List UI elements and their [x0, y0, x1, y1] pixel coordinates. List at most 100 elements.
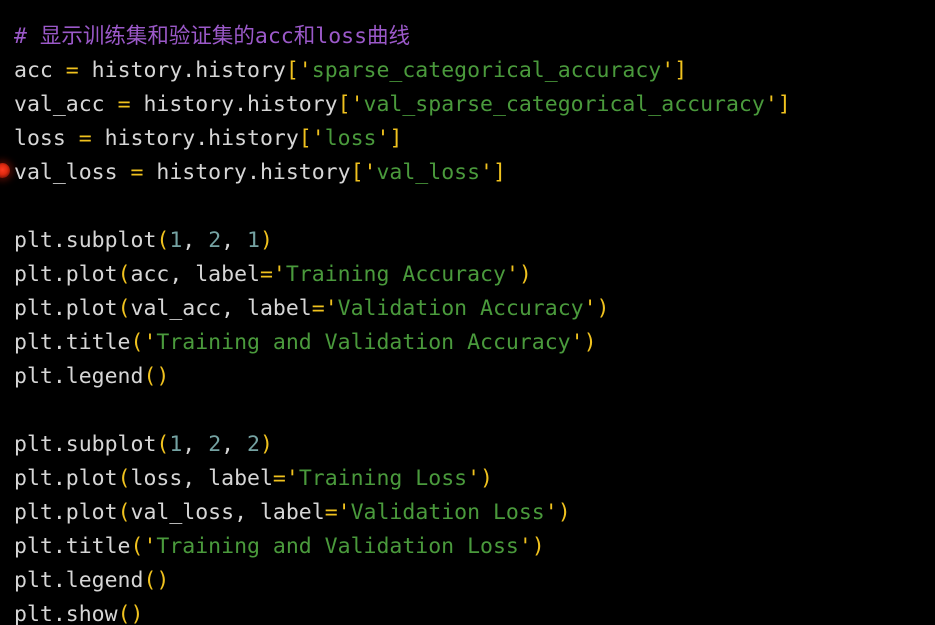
code-token: plt.plot [14, 466, 118, 491]
code-token: ' [661, 58, 675, 83]
code-line[interactable]: plt.subplot(1, 2, 2) [14, 428, 273, 462]
code-line[interactable]: plt.title('Training and Validation Loss'… [14, 530, 545, 564]
code-token: ) [596, 296, 610, 321]
code-token: loss, label [130, 466, 273, 491]
code-token: ' [480, 160, 493, 185]
code-token: plt.subplot [14, 228, 157, 253]
code-token: sparse_categorical_accuracy [311, 58, 662, 83]
code-token: ' [544, 500, 558, 525]
code-token: ( [117, 262, 131, 287]
code-line[interactable]: plt.plot(val_loss, label='Validation Los… [14, 496, 571, 530]
code-line[interactable]: plt.show() [14, 598, 143, 625]
code-token: val_loss [14, 160, 131, 185]
code-token: 和 [293, 24, 316, 49]
code-line[interactable]: plt.legend() [14, 564, 169, 598]
code-token: 1 [169, 432, 183, 457]
code-token: () [143, 568, 170, 593]
code-line[interactable]: plt.plot(loss, label='Training Loss') [14, 462, 493, 496]
code-line[interactable]: plt.plot(val_acc, label='Validation Accu… [14, 292, 610, 326]
code-token: ' [376, 126, 390, 151]
code-line[interactable]: acc = history.history['sparse_categorica… [14, 54, 687, 88]
code-token: ' [467, 466, 481, 491]
code-token: ' [337, 500, 351, 525]
code-token: = [324, 500, 338, 525]
code-token: ) [557, 500, 571, 525]
code-token: ) [531, 534, 545, 559]
code-line[interactable]: plt.plot(acc, label='Training Accuracy') [14, 258, 532, 292]
code-token: plt.legend [14, 568, 144, 593]
code-token: loss [315, 24, 368, 49]
code-token: loss [14, 126, 79, 151]
code-token: = [272, 466, 286, 491]
code-token: = [259, 262, 273, 287]
code-token: [ [285, 58, 299, 83]
code-token: [ [298, 126, 312, 151]
code-token: 1 [247, 228, 260, 253]
code-token: [ [337, 92, 351, 117]
code-token: ) [583, 330, 597, 355]
code-token: ) [259, 432, 273, 457]
code-token: acc, label [130, 262, 260, 287]
code-token: history.history [130, 92, 338, 117]
code-token: Validation Accuracy [337, 296, 584, 321]
code-token: ] [777, 92, 791, 117]
code-text-area[interactable]: # 显示训练集和验证集的acc和loss曲线 acc = history.hist… [0, 0, 935, 625]
code-token: ] [492, 160, 506, 185]
code-line[interactable]: plt.title('Training and Validation Accur… [14, 326, 597, 360]
code-token: 显示训练集和验证集的 [39, 24, 255, 49]
code-token: = [117, 92, 131, 117]
code-token: ' [311, 126, 325, 151]
code-token: ) [518, 262, 532, 287]
code-token: ) [259, 228, 273, 253]
code-token: plt.subplot [14, 432, 157, 457]
code-line[interactable]: val_loss = history.history['val_loss'] [14, 156, 506, 190]
code-line[interactable]: plt.legend() [14, 360, 169, 394]
code-line[interactable]: loss = history.history['loss'] [14, 122, 402, 156]
code-token: val_loss, label [130, 500, 325, 525]
code-token: loss [324, 126, 377, 151]
code-token: ' [285, 466, 299, 491]
code-token: Training and Validation Accuracy [156, 330, 571, 355]
code-line[interactable]: val_acc = history.history['val_sparse_ca… [14, 88, 791, 122]
code-token: ' [518, 534, 532, 559]
code-editor-screen: # 显示训练集和验证集的acc和loss曲线 acc = history.hist… [0, 0, 935, 625]
code-token: Training Accuracy [285, 262, 506, 287]
code-token: acc [14, 58, 66, 83]
code-token: ( [117, 500, 131, 525]
code-token: plt.plot [14, 262, 118, 287]
code-token: , [221, 228, 248, 253]
code-token: history.history [91, 126, 299, 151]
code-line[interactable] [14, 190, 27, 224]
code-token: history.history [78, 58, 286, 83]
code-token: # [14, 24, 40, 49]
code-token: [ [350, 160, 364, 185]
code-token: plt.title [14, 330, 131, 355]
code-token: ] [674, 58, 688, 83]
code-token: 2 [208, 228, 222, 253]
code-token: history.history [143, 160, 351, 185]
code-token: 1 [169, 228, 183, 253]
code-line[interactable]: # 显示训练集和验证集的acc和loss曲线 [14, 20, 410, 54]
code-token: ( [117, 466, 131, 491]
code-token: ' [350, 92, 364, 117]
code-line[interactable] [14, 394, 27, 428]
code-token: ] [389, 126, 403, 151]
code-token: ( [156, 432, 170, 457]
code-token: ( [117, 296, 131, 321]
code-line[interactable]: plt.subplot(1, 2, 1) [14, 224, 273, 258]
code-token: plt.show [14, 602, 118, 625]
code-token: ' [363, 160, 377, 185]
code-token: () [143, 364, 170, 389]
code-token: plt.plot [14, 500, 118, 525]
code-token: , [221, 432, 248, 457]
code-token: plt.legend [14, 364, 144, 389]
code-token: val_loss [376, 160, 481, 185]
code-token: plt.plot [14, 296, 118, 321]
code-token: = [65, 58, 79, 83]
code-token: ( [130, 534, 144, 559]
code-token: ' [298, 58, 312, 83]
code-token: ' [143, 534, 157, 559]
code-token: ' [272, 262, 286, 287]
code-token: ' [570, 330, 584, 355]
code-token: = [78, 126, 92, 151]
